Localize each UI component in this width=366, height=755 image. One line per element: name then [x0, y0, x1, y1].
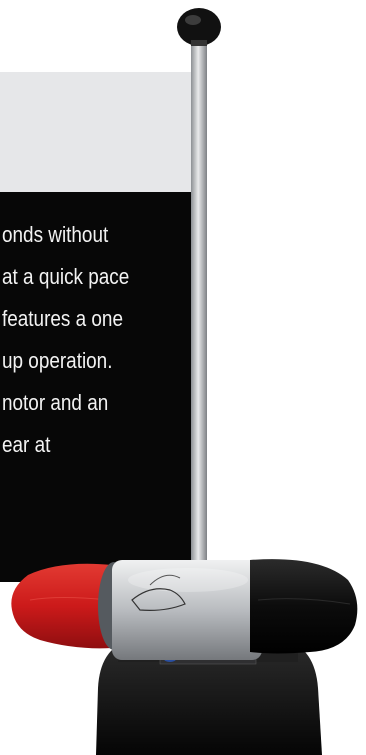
black-brush	[250, 559, 358, 654]
shoe-shine-machine-image	[11, 8, 358, 755]
red-brush	[11, 563, 112, 649]
handle-pole	[191, 38, 207, 578]
